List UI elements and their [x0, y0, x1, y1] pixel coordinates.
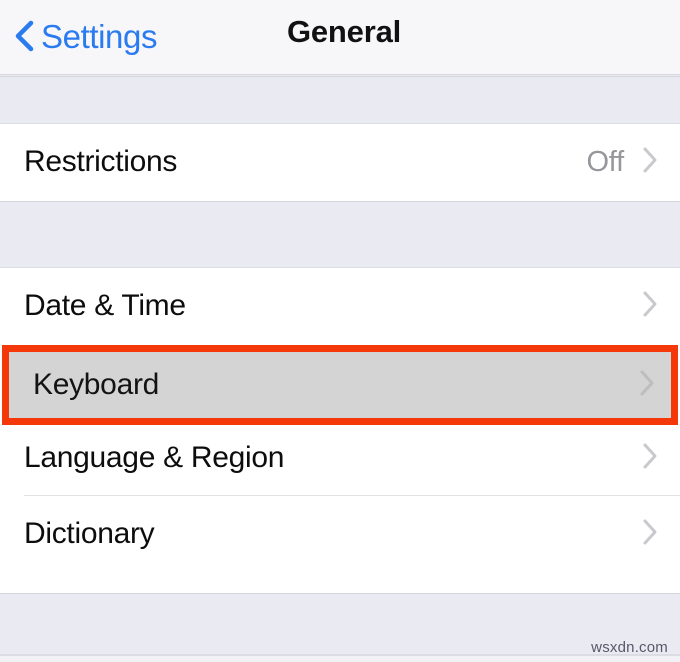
settings-row-label: Restrictions	[24, 145, 178, 178]
navigation-bar: Settings General	[0, 0, 680, 75]
settings-row-language-region[interactable]: Language & Region	[0, 420, 680, 496]
settings-row-dictionary[interactable]: Dictionary	[0, 496, 680, 572]
group-gap-bottom	[0, 593, 680, 655]
settings-row-value: Off	[586, 145, 624, 178]
settings-row-date-time[interactable]: Date & Time	[0, 268, 680, 344]
chevron-right-icon	[642, 290, 680, 323]
settings-group-general: Date & Time Language & Region Dictionary	[0, 268, 680, 593]
chevron-right-icon	[642, 518, 680, 551]
settings-general-screen: Settings General Restrictions Off Date &…	[0, 0, 680, 662]
chevron-right-icon	[639, 369, 671, 402]
chevron-right-icon	[642, 146, 680, 179]
settings-row-label: Keyboard	[33, 368, 160, 401]
settings-row-label: Language & Region	[24, 441, 285, 474]
settings-row-label: Dictionary	[24, 517, 155, 550]
page-title: General	[286, 14, 402, 49]
settings-row-restrictions[interactable]: Restrictions Off	[0, 124, 680, 200]
watermark: wsxdn.com	[591, 639, 668, 656]
settings-row-keyboard[interactable]: Keyboard	[2, 345, 678, 425]
bottom-strip	[0, 655, 680, 662]
group-gap-top	[0, 76, 680, 124]
chevron-right-icon	[642, 442, 680, 475]
group-gap-middle	[0, 201, 680, 268]
settings-group-restrictions: Restrictions Off	[0, 124, 680, 201]
settings-row-label: Date & Time	[24, 289, 186, 322]
